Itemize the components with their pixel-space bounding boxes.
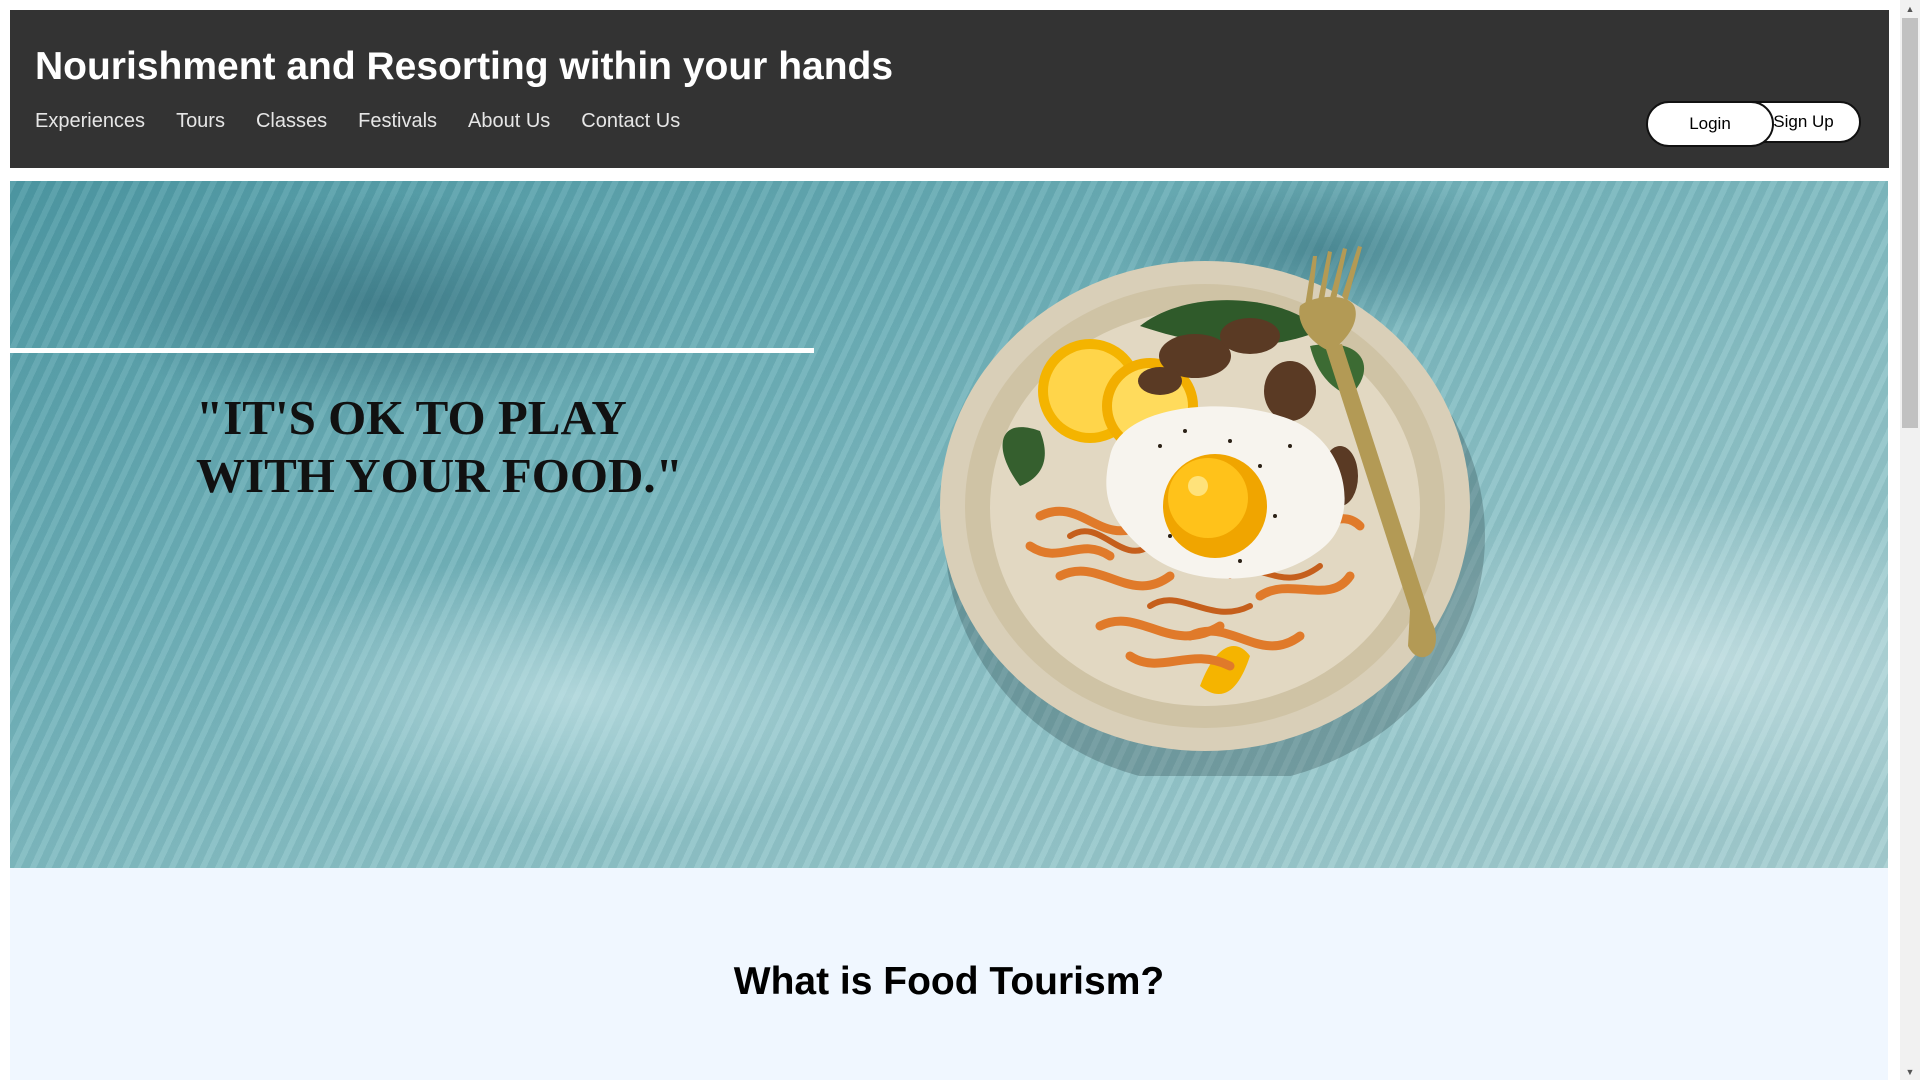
hero-divider [10, 348, 814, 353]
site-title: Nourishment and Resorting within your ha… [35, 45, 894, 88]
triangle-up-icon[interactable]: ▲ [1900, 0, 1920, 17]
triangle-down-icon[interactable]: ▼ [1900, 1063, 1920, 1080]
login-button[interactable]: Login [1646, 101, 1774, 147]
vertical-scrollbar[interactable]: ▲ ▼ [1900, 0, 1920, 1080]
nav-link-about-us[interactable]: About Us [468, 108, 550, 134]
main-nav: Experiences Tours Classes Festivals Abou… [35, 108, 711, 134]
auth-buttons: Sign Up Login [1646, 101, 1865, 147]
page: Nourishment and Resorting within your ha… [0, 0, 1900, 1080]
section-heading: What is Food Tourism? [733, 960, 1165, 1003]
nav-link-festivals[interactable]: Festivals [358, 108, 437, 134]
nav-link-experiences[interactable]: Experiences [35, 108, 145, 134]
food-tourism-section: What is Food Tourism? [10, 868, 1888, 1080]
nav-link-contact-us[interactable]: Contact Us [581, 108, 680, 134]
site-header: Nourishment and Resorting within your ha… [10, 10, 1889, 168]
scrollbar-thumb[interactable] [1902, 18, 1918, 428]
nav-link-classes[interactable]: Classes [256, 108, 327, 134]
food-plate-image [940, 246, 1485, 776]
hero-quote: "IT'S OK TO PLAY WITH YOUR FOOD." [196, 390, 683, 503]
hero-banner: "IT'S OK TO PLAY WITH YOUR FOOD." [10, 181, 1888, 868]
nav-link-tours[interactable]: Tours [176, 108, 225, 134]
